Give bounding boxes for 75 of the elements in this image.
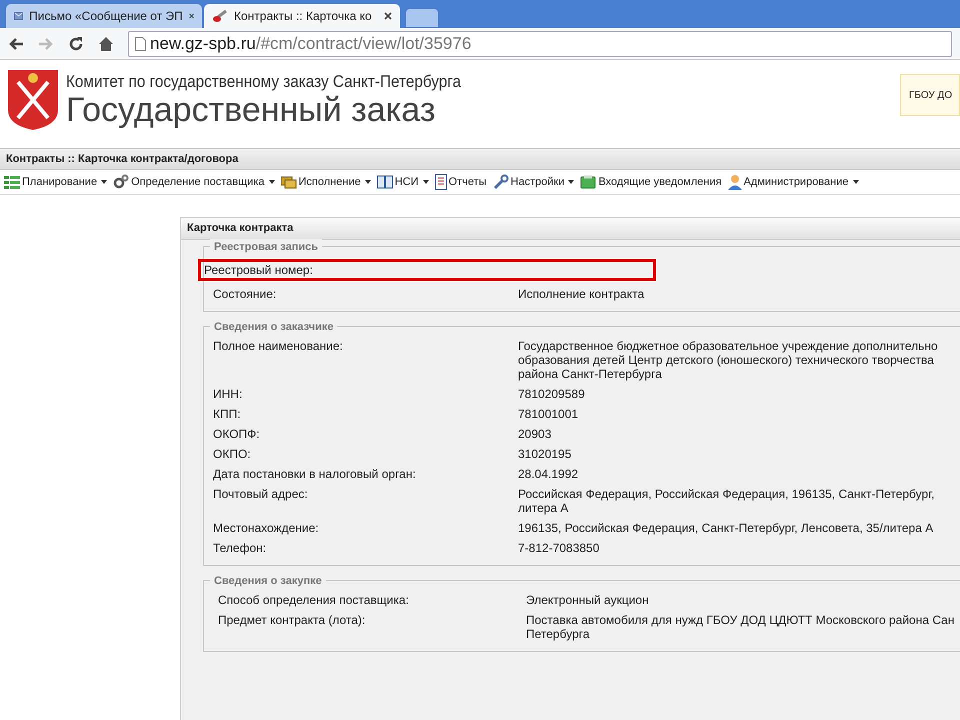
fieldset-legend: Сведения о заказчике: [210, 319, 338, 336]
menu-label: Настройки: [510, 174, 564, 190]
menu-label: Исполнение: [298, 174, 361, 190]
back-icon[interactable]: [8, 36, 24, 50]
document-icon: [434, 174, 446, 190]
field-value: Поставка автомобиля для нужд ГБОУ ДОД ЦДЮТТ Московского района Сан: [526, 613, 954, 627]
field-label: Предмет контракта (лота):: [218, 613, 366, 629]
folders-icon: [280, 175, 297, 189]
menu-item[interactable]: Отчеты: [434, 174, 487, 190]
field-label: ОКОПФ:: [213, 427, 261, 441]
reload-icon[interactable]: [68, 36, 84, 52]
field-value: 196135, Российская Федерация, Санкт-Петербург, Ленсовета, 35/литера А: [518, 521, 934, 535]
menu-item[interactable]: НСИ: [376, 174, 428, 190]
home-icon[interactable]: [98, 36, 114, 52]
field-value: 7810209589: [518, 387, 585, 401]
tray-icon: [580, 175, 596, 189]
emblem-icon: [8, 70, 58, 130]
field-label: Дата постановки в налоговый орган:: [213, 467, 417, 481]
field-value: 31020195: [518, 447, 572, 461]
menu-item[interactable]: Планирование: [4, 174, 108, 190]
field-label: Местонахождение:: [213, 521, 320, 535]
menu-item[interactable]: Определение поставщика: [113, 174, 275, 190]
menu-label: НСИ: [394, 174, 418, 190]
wrench-icon: [492, 174, 509, 190]
field-value: Российская Федерация, Российская Федерация, 196135, Санкт-Петербург,: [518, 487, 934, 501]
browser-tab[interactable]: Письмо «Сообщение от ЭП: [6, 4, 202, 28]
field-value: 781001001: [518, 407, 578, 421]
fieldset-legend: Сведения о закупке: [210, 573, 326, 590]
field-label: Почтовый адрес:: [213, 487, 309, 503]
field-label: Реестровый номер:: [204, 263, 314, 277]
field-label: Полное наименование:: [213, 339, 344, 355]
card-title: Карточка контракта: [187, 221, 294, 236]
menu-item[interactable]: Администрирование: [728, 174, 858, 190]
gears-icon: [113, 174, 130, 190]
user-org: ГБОУ ДО: [909, 88, 952, 102]
browser-tab[interactable]: Контракты :: Карточка ко: [204, 4, 400, 28]
list-icon: [4, 175, 20, 189]
field-value: Электронный аукцион: [526, 593, 649, 607]
menu-item[interactable]: Настройки: [492, 174, 574, 190]
field-label: Телефон:: [213, 541, 268, 555]
tab-title: Письмо «Сообщение от ЭП: [29, 8, 183, 25]
field-value: литера А: [518, 501, 570, 515]
user-icon: [728, 174, 742, 190]
field-value: Петербурга: [526, 627, 591, 641]
menu-label: Входящие уведомления: [598, 174, 722, 190]
page-title: Контракты :: Карточка контракта/договора: [6, 152, 238, 167]
field-value: Государственное бюджетное образовательное учреждение дополнительно: [518, 339, 938, 353]
org-name: Комитет по государственному заказу Санкт-Петербурга: [66, 72, 462, 92]
site-title: Государственный заказ: [66, 92, 436, 128]
menu-label: Администрирование: [744, 174, 848, 190]
field-value: 7-812-7083850: [518, 541, 600, 555]
url-text: new.gz-spb.ru/#cm/contract/view/lot/35976: [150, 32, 472, 55]
fieldset-legend: Реестровая запись: [210, 239, 322, 256]
close-icon[interactable]: [188, 12, 194, 20]
page-icon: [135, 36, 146, 50]
field-label: Состояние:: [213, 287, 278, 301]
menu-item[interactable]: Исполнение: [280, 174, 371, 190]
field-value: образования детей Центр детского (юношеского) технического творчества: [518, 353, 935, 367]
tab-title: Контракты :: Карточка ко: [234, 8, 373, 25]
menu-label: Определение поставщика: [131, 174, 265, 190]
field-label: КПП:: [213, 407, 242, 421]
book-icon: [376, 175, 393, 189]
menu-item[interactable]: Входящие уведомления: [580, 174, 722, 190]
field-value: 28.04.1992: [518, 467, 578, 481]
address-field[interactable]: new.gz-spb.ru/#cm/contract/view/lot/35976: [128, 30, 952, 56]
envelope-icon: [14, 10, 24, 22]
field-value: 20903: [518, 427, 552, 441]
close-icon[interactable]: [384, 12, 392, 20]
field-label: ИНН:: [213, 387, 244, 401]
field-label: ОКПО:: [213, 447, 252, 461]
menu-label: Отчеты: [448, 174, 487, 190]
field-label: Способ определения поставщика:: [218, 593, 410, 607]
menu-label: Планирование: [22, 174, 98, 190]
field-value: района Санкт-Петербурга: [518, 367, 663, 381]
field-value: Исполнение контракта: [518, 287, 644, 301]
